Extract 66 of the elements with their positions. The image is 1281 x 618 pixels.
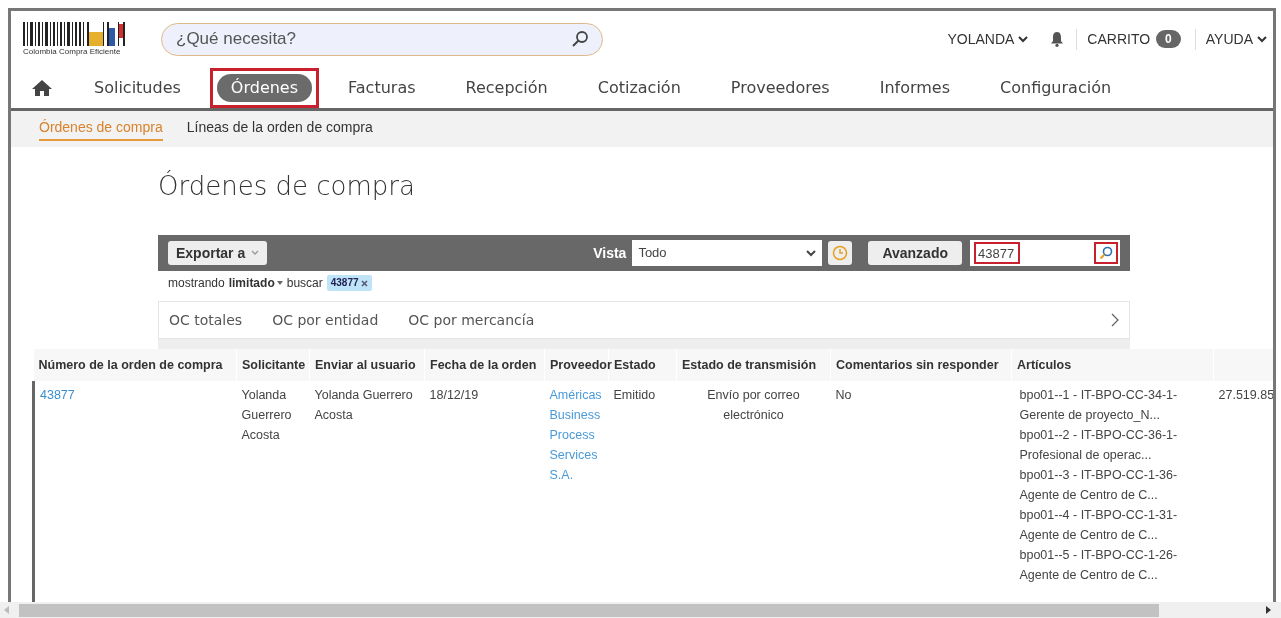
chevron-down-icon <box>1018 35 1029 43</box>
bell-icon[interactable] <box>1050 31 1065 47</box>
horizontal-scrollbar[interactable] <box>0 602 1281 618</box>
page-title: Órdenes de compra <box>158 169 416 203</box>
column-header[interactable]: Estado de transmisión <box>676 349 831 381</box>
column-header[interactable]: Enviar al usuario <box>309 349 425 381</box>
order-link[interactable]: 43877 <box>40 385 232 405</box>
nav-tab[interactable]: Órdenes <box>216 73 313 102</box>
summary-tab[interactable]: OC por entidad <box>272 309 379 331</box>
column-header[interactable]: Número de la orden de compra <box>33 349 237 381</box>
advanced-button[interactable]: Avanzado <box>868 241 962 265</box>
column-header[interactable]: Comentarios sin responder <box>830 349 1012 381</box>
item-entry: bpo01--5 - IT-BPO-CC-1-26- Agente de Centro de C... <box>1019 547 1179 584</box>
nav-tab[interactable]: Configuración <box>986 73 1126 102</box>
export-button[interactable]: Exportar a <box>168 241 268 265</box>
summary-tab[interactable]: OC por mercancía <box>408 309 535 331</box>
chevron-down-icon <box>251 250 260 256</box>
table-cell-text: Emitido <box>613 387 657 404</box>
history-button[interactable] <box>828 241 853 265</box>
summary-tab[interactable]: OC totales <box>169 309 243 331</box>
home-icon[interactable] <box>31 78 53 97</box>
column-header[interactable]: Solicitante <box>236 349 310 381</box>
showing-label: mostrando <box>168 275 225 292</box>
logo-text: Colombia Compra Eficiente <box>23 48 121 56</box>
close-icon[interactable] <box>360 279 368 287</box>
nav-tab[interactable]: Recepción <box>451 73 562 102</box>
search-input[interactable]: 43877 <box>974 242 1020 264</box>
scroll-right-icon[interactable] <box>1266 606 1271 614</box>
user-menu[interactable]: YOLANDA <box>947 28 1041 50</box>
filter-chip[interactable]: 43877 <box>326 275 372 291</box>
item-entry: bpo01--3 - IT-BPO-CC-1-36- Agente de Centro de C... <box>1019 467 1179 504</box>
chevron-down-icon <box>806 249 817 257</box>
item-entry: bpo01--1 - IT-BPO-CC-34-1- Gerente de proyecto_N... <box>1019 387 1179 424</box>
sub-tab[interactable]: Líneas de la orden de compra <box>186 117 373 141</box>
nav-tab[interactable]: Solicitudes <box>80 73 195 102</box>
view-label: Vista <box>593 243 627 263</box>
nav-tab[interactable]: Proveedores <box>716 73 844 102</box>
nav-tab[interactable]: Cotización <box>583 73 695 102</box>
column-header[interactable]: Fecha de la orden <box>424 349 545 381</box>
search-button[interactable] <box>1094 242 1118 264</box>
search-icon <box>1099 246 1113 260</box>
search-icon[interactable] <box>571 29 589 48</box>
view-dropdown[interactable]: Todo <box>632 240 823 266</box>
table-cell-text: Envío por correo electrónico <box>706 387 801 424</box>
scrollbar-thumb[interactable] <box>19 603 1159 617</box>
item-entry: bpo01--4 - IT-BPO-CC-1-31- Agente de Centro de C... <box>1019 507 1179 544</box>
item-entry: bpo01--2 - IT-BPO-CC-36-1- Profesional de operac... <box>1019 427 1179 464</box>
cart-count: 0 <box>1156 30 1181 48</box>
cart-link[interactable]: CARRITO 0 <box>1076 28 1193 50</box>
chevron-right-icon[interactable] <box>1111 313 1119 327</box>
clock-icon <box>832 245 849 261</box>
search-label: buscar <box>286 275 323 292</box>
table-cell-text: 18/12/19 <box>429 387 480 404</box>
search-field[interactable]: ¿Qué necesita? <box>161 22 603 56</box>
help-menu[interactable]: AYUDA <box>1194 28 1267 50</box>
caret-icon <box>276 281 283 285</box>
table-cell-text: Yolanda Guerrero Acosta <box>241 387 293 444</box>
nav-tab[interactable]: Informes <box>865 73 965 102</box>
logo[interactable]: Colombia Compra Eficiente <box>23 22 141 56</box>
nav-tab[interactable]: Facturas <box>334 73 430 102</box>
table-cell-text: Yolanda Guerrero Acosta <box>314 387 414 424</box>
table-cell-text: No <box>835 387 853 404</box>
column-header[interactable]: Artículos <box>1011 349 1214 381</box>
limit-dropdown[interactable]: limitado <box>228 274 283 292</box>
chevron-down-icon <box>1257 35 1267 43</box>
table-cell-text: 27.519.85 <box>1218 387 1275 404</box>
